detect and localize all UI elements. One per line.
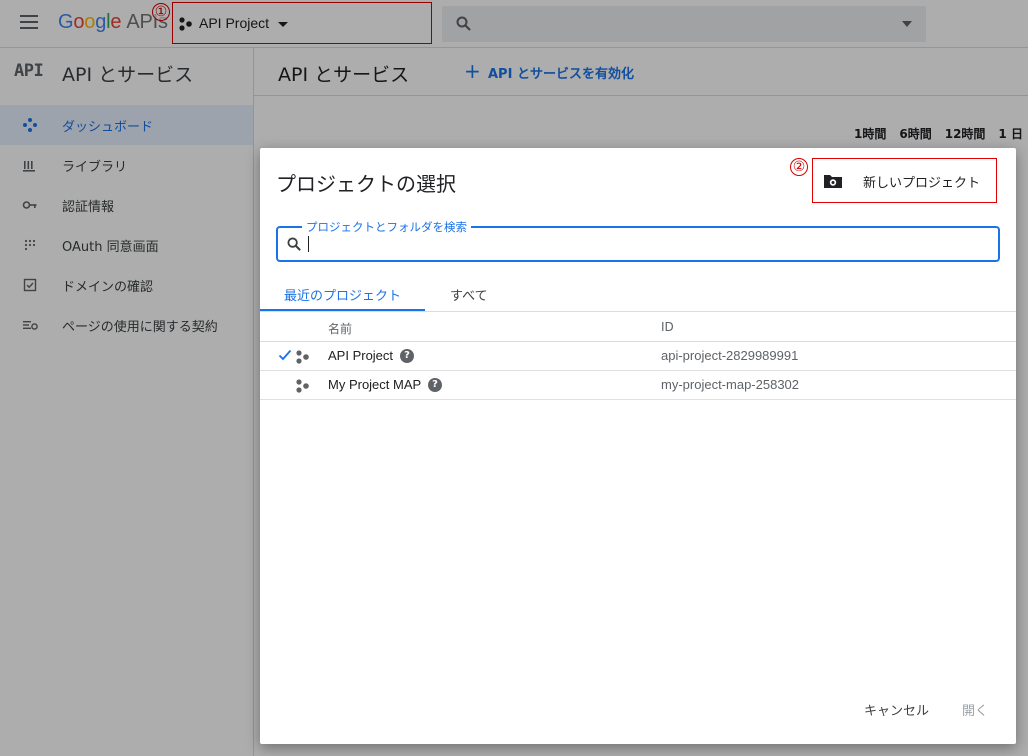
table-header: 名前 ID: [260, 312, 1016, 342]
active-tab-indicator: [260, 309, 425, 311]
dialog-title: プロジェクトの選択: [276, 172, 456, 196]
project-icon: [296, 379, 309, 393]
checkmark-icon: [278, 349, 292, 361]
search-icon: [287, 237, 301, 251]
project-select-dialog: プロジェクトの選択 ② 新しいプロジェクト プロジェクトとフォルダを検索 最近の…: [260, 148, 1016, 744]
help-icon[interactable]: ?: [400, 349, 414, 363]
search-field-label: プロジェクトとフォルダを検索: [302, 219, 471, 235]
new-folder-icon: [824, 175, 842, 188]
project-icon: [296, 350, 309, 364]
table-row[interactable]: API Project ? api-project-2829989991: [260, 342, 1016, 371]
project-id: my-project-map-258302: [661, 377, 800, 392]
table-row[interactable]: My Project MAP ? my-project-map-258302: [260, 371, 1016, 400]
project-tabs: 最近のプロジェクト すべて: [260, 276, 1016, 312]
cancel-button[interactable]: キャンセル: [864, 700, 929, 719]
column-header-id[interactable]: ID: [661, 320, 674, 334]
tab-all[interactable]: すべて: [450, 285, 488, 304]
new-project-label: 新しいプロジェクト: [863, 176, 981, 191]
tab-recent-projects[interactable]: 最近のプロジェクト: [284, 285, 401, 304]
dialog-actions: キャンセル 開く: [260, 700, 1016, 720]
project-search-input[interactable]: [306, 234, 986, 254]
open-button[interactable]: 開く: [962, 700, 988, 719]
project-search-field[interactable]: プロジェクトとフォルダを検索: [276, 219, 1000, 262]
help-icon[interactable]: ?: [428, 378, 442, 392]
text-cursor: [308, 236, 309, 252]
project-name[interactable]: API Project: [328, 348, 393, 363]
column-header-name[interactable]: 名前: [328, 320, 352, 337]
project-id: api-project-2829989991: [661, 348, 799, 363]
project-name[interactable]: My Project MAP: [328, 377, 421, 392]
new-project-button[interactable]: 新しいプロジェクト: [812, 158, 997, 203]
annotation-marker-2: ②: [790, 158, 808, 176]
